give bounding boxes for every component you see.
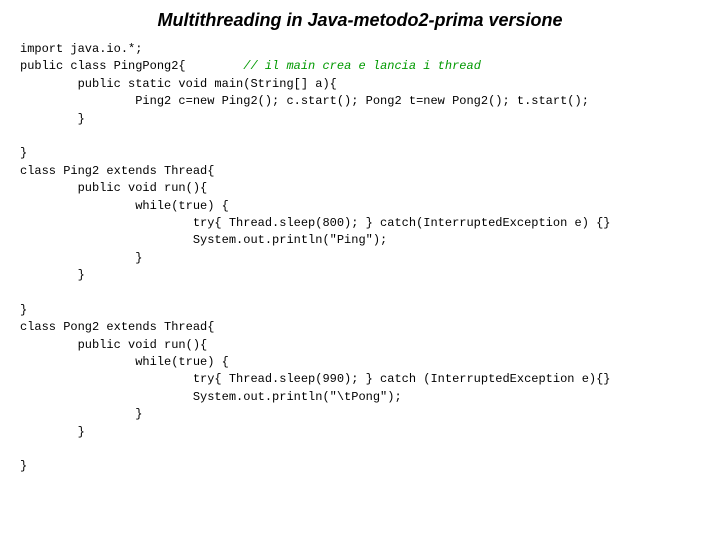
code-line-20: try{ Thread.sleep(990); } catch (Interru…: [20, 371, 700, 388]
code-line-4: Ping2 c=new Ping2(); c.start(); Pong2 t=…: [20, 93, 700, 110]
code-line-11: try{ Thread.sleep(800); } catch(Interrup…: [20, 215, 700, 232]
code-line-16: }: [20, 302, 700, 319]
code-line-6: [20, 128, 700, 145]
code-line-13: }: [20, 250, 700, 267]
code-block: import java.io.*; public class PingPong2…: [20, 41, 700, 476]
comment-1: // il main crea e lancia i thread: [186, 59, 481, 73]
code-line-19: while(true) {: [20, 354, 700, 371]
code-line-25: }: [20, 458, 700, 475]
code-line-18: public void run(){: [20, 337, 700, 354]
code-line-24: [20, 441, 700, 458]
code-line-3: public static void main(String[] a){: [20, 76, 700, 93]
code-line-10: while(true) {: [20, 198, 700, 215]
code-line-7: }: [20, 145, 700, 162]
code-line-9: public void run(){: [20, 180, 700, 197]
code-line-14: }: [20, 267, 700, 284]
code-line-12: System.out.println("Ping");: [20, 232, 700, 249]
code-line-8: class Ping2 extends Thread{: [20, 163, 700, 180]
code-line-2: public class PingPong2{ // il main crea …: [20, 58, 700, 75]
code-line-1: import java.io.*;: [20, 41, 700, 58]
code-line-21: System.out.println("\tPong");: [20, 389, 700, 406]
page-title: Multithreading in Java-metodo2-prima ver…: [20, 10, 700, 31]
code-line-15: [20, 284, 700, 301]
code-line-22: }: [20, 406, 700, 423]
code-line-17: class Pong2 extends Thread{: [20, 319, 700, 336]
code-line-23: }: [20, 424, 700, 441]
code-line-5: }: [20, 111, 700, 128]
main-page: Multithreading in Java-metodo2-prima ver…: [0, 0, 720, 540]
